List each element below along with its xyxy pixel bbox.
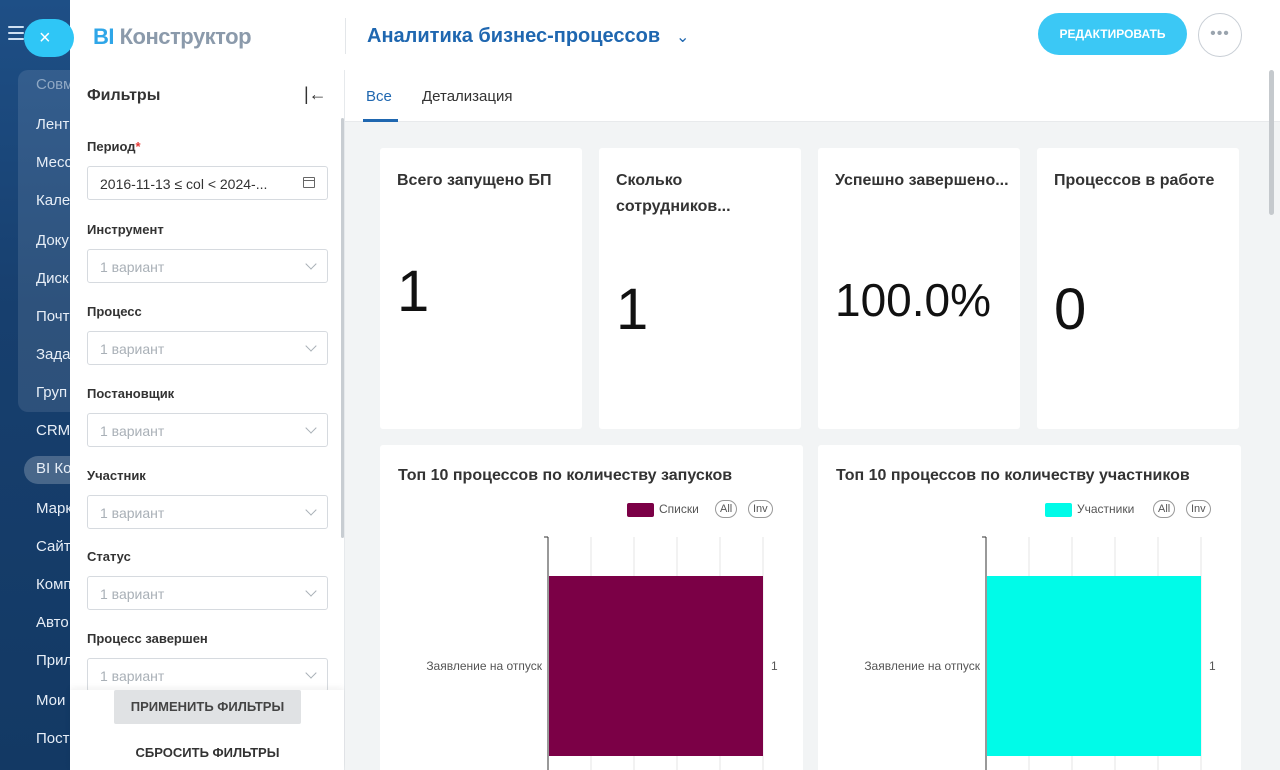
filters-footer: ПРИМЕНИТЬ ФИЛЬТРЫ СБРОСИТЬ ФИЛЬТРЫ [70,690,344,770]
reset-filters-button[interactable]: СБРОСИТЬ ФИЛЬТРЫ [114,738,301,768]
close-slider-button[interactable]: × [24,19,74,57]
filter-select[interactable]: 1 вариант [87,331,328,365]
background-left-menu: Совм Лент Месс Кале Доку Диск Почт Зада Груп CRM B… [0,0,80,770]
bi-constructor-logo: BI Конструктор [93,24,252,49]
dashboard-title[interactable]: Аналитика бизнес-процессов [367,25,660,48]
apply-filters-button[interactable]: ПРИМЕНИТЬ ФИЛЬТРЫ [114,690,301,724]
filter-label-text: Статус [87,549,131,564]
filter-value: 2016-11-13 ≤ col < 2024-... [100,176,268,192]
legend-invert-button[interactable]: Inv [748,500,773,518]
kpi-title: Успешно завершено... [835,172,1009,189]
active-tab-indicator [363,119,398,122]
legend-label[interactable]: Списки [659,502,699,516]
kpi-card-total-started: Всего запущено БП 1 [380,148,582,429]
filter-label: Постановщик [87,386,174,401]
kpi-value: 1 [397,259,430,324]
filters-title: Фильтры [87,87,161,104]
kpi-value: 0 [1054,277,1087,342]
chart-card-participants: Топ 10 процессов по количеству участнико… [818,445,1241,770]
legend-swatch[interactable] [627,503,654,517]
filter-label: Процесс завершен [87,631,208,646]
filter-select[interactable]: 1 вариант [87,495,328,529]
kpi-value: 100.0% [835,274,992,326]
calendar-icon [303,177,315,188]
legend-label[interactable]: Участники [1077,502,1134,516]
kpi-card-completed: Успешно завершено... 100.0% [818,148,1020,429]
chevron-down-icon [305,340,317,352]
more-options-icon[interactable]: ••• [1198,13,1242,57]
chart-title: Топ 10 процессов по количеству запусков [398,467,733,484]
filter-label-text: Процесс [87,304,142,319]
chevron-down-icon [305,667,317,679]
filter-label-text: Период [87,139,136,154]
content-scrollbar[interactable] [1269,70,1274,215]
chevron-down-icon[interactable]: ⌄ [676,27,689,47]
sidebar-scrollbar[interactable] [341,118,344,538]
filter-label-text: Участник [87,468,146,483]
bar [987,576,1201,756]
tab-all[interactable]: Все [366,88,392,105]
filter-label: Инструмент [87,222,164,237]
chart-card-launches: Топ 10 процессов по количеству запусков … [380,445,803,770]
filter-placeholder: 1 вариант [100,341,165,357]
kpi-card-in-progress: Процессов в работе 0 [1037,148,1239,429]
filter-label-text: Постановщик [87,386,175,401]
kpi-title: Процессов в работе [1054,172,1215,189]
dashboard-content: Все Детализация Всего запущено БП 1 Скол… [345,70,1280,770]
menu-burger-icon[interactable] [8,26,24,40]
tab-bar: Все Детализация [345,70,1280,122]
filter-label: Статус [87,549,131,564]
bi-constructor-panel: BI Конструктор Аналитика бизнес-процессо… [70,0,1280,770]
legend-invert-button[interactable]: Inv [1186,500,1211,518]
legend-all-button[interactable]: All [1153,500,1176,518]
filter-placeholder: 1 вариант [100,505,165,521]
filter-label: Процесс [87,304,142,319]
chevron-down-icon [305,585,317,597]
filter-select[interactable]: 1 вариант [87,413,328,447]
filter-label-text: Инструмент [87,222,164,237]
data-label: 1 [1209,659,1216,673]
filter-label: Участник [87,468,146,483]
bar-chart-participants: Заявление на отпуск 1 [864,536,1216,770]
divider [345,18,346,54]
kpi-title: Сколько сотрудников... [616,172,731,215]
kpi-value: 1 [616,277,649,342]
category-label: Заявление на отпуск [426,659,542,673]
bar [549,576,763,756]
filter-label-text: Процесс завершен [87,631,208,646]
required-marker: * [135,139,141,154]
period-date-range-field[interactable]: 2016-11-13 ≤ col < 2024-... [87,166,328,200]
filter-label: Период* [87,139,141,154]
chevron-down-icon [305,258,317,270]
filter-select[interactable]: 1 вариант [87,249,328,283]
data-label: 1 [771,659,778,673]
filter-placeholder: 1 вариант [100,259,165,275]
kpi-title: Всего запущено БП [397,172,552,189]
filter-placeholder: 1 вариант [100,668,165,684]
tab-details[interactable]: Детализация [422,88,513,105]
legend-swatch[interactable] [1045,503,1072,517]
filter-placeholder: 1 вариант [100,586,165,602]
chevron-down-icon [305,422,317,434]
kpi-card-employees: Сколько сотрудников... 1 [599,148,801,429]
filter-select[interactable]: 1 вариант [87,576,328,610]
filter-placeholder: 1 вариант [100,423,165,439]
top-bar: BI Конструктор Аналитика бизнес-процессо… [70,0,1280,70]
legend-all-button[interactable]: All [715,500,738,518]
filter-select[interactable]: 1 вариант [87,658,328,692]
filters-sidebar: Фильтры |← Период* 2016-11-13 ≤ col < 202… [70,70,345,770]
chevron-down-icon [305,504,317,516]
category-label: Заявление на отпуск [864,659,980,673]
edit-button[interactable]: РЕДАКТИРОВАТЬ [1038,13,1187,55]
bar-chart-launches: Заявление на отпуск 1 [426,536,778,770]
chart-title: Топ 10 процессов по количеству участнико… [836,467,1190,484]
collapse-sidebar-icon[interactable]: |← [304,84,327,105]
